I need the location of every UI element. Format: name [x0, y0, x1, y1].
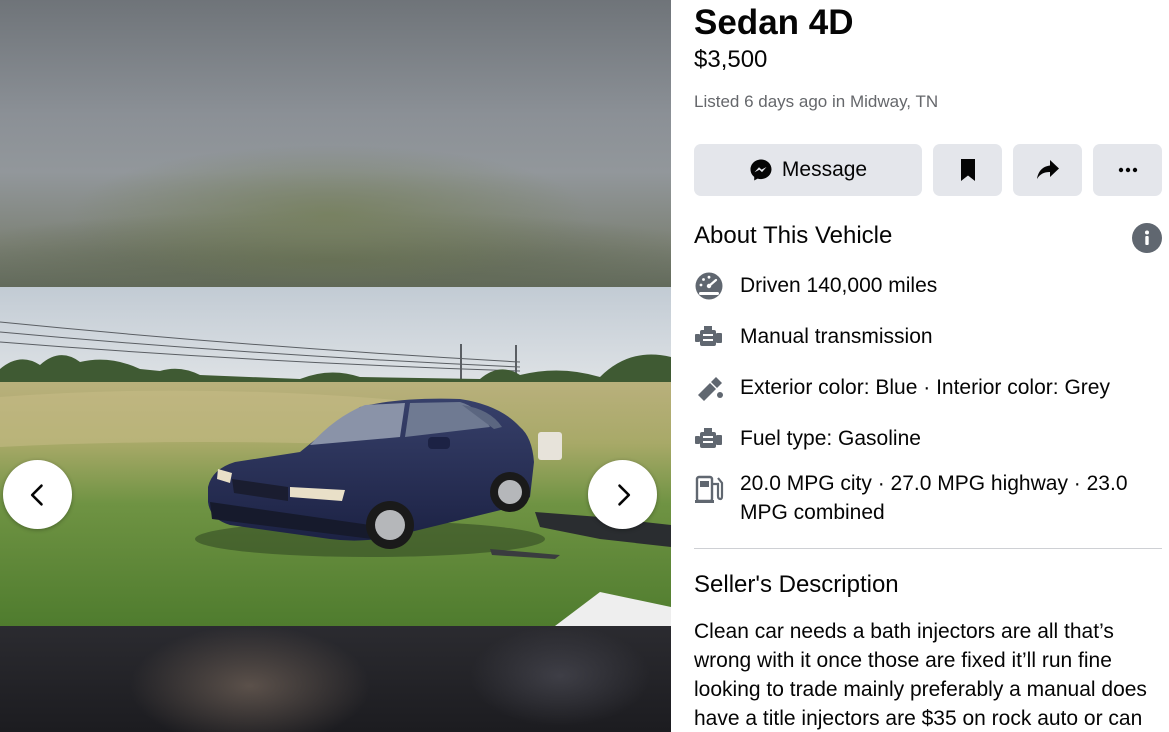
chevron-right-icon — [617, 483, 630, 506]
engine-icon — [695, 326, 722, 346]
car-photo-illustration — [0, 287, 671, 626]
chevron-left-icon — [30, 483, 43, 506]
message-button[interactable]: Message — [694, 144, 922, 196]
save-button[interactable] — [933, 144, 1002, 196]
share-arrow-icon — [1036, 160, 1059, 179]
listing-title: Sedan 4D — [694, 3, 854, 42]
spec-row-fuel-type: Fuel type: Gasoline — [694, 424, 1162, 454]
speedometer-icon — [695, 272, 723, 300]
paint-icon — [698, 377, 723, 401]
spec-row-color: Exterior color: Blue · Interior color: G… — [694, 373, 1162, 403]
listed-time-location: Listed 6 days ago in Midway, TN — [694, 92, 939, 111]
spec-text: 20.0 MPG city · 27.0 MPG highway · 23.0 … — [740, 472, 1128, 524]
about-vehicle-heading: About This Vehicle — [694, 222, 893, 249]
spec-row-mileage: Driven 140,000 miles — [694, 271, 1162, 301]
blurred-previous-photo — [0, 0, 671, 287]
spec-row-transmission: Manual transmission — [694, 322, 1162, 352]
spec-text: Manual transmission — [740, 325, 933, 348]
spec-row-mpg: 20.0 MPG city · 27.0 MPG highway · 23.0 … — [694, 469, 1162, 527]
fuel-pump-icon — [695, 475, 724, 503]
spec-text: Fuel type: Gasoline — [740, 427, 921, 450]
section-divider — [694, 548, 1162, 549]
more-options-button[interactable] — [1093, 144, 1162, 196]
messenger-icon — [750, 159, 772, 181]
seller-description-text: Clean car needs a bath injectors are all… — [694, 620, 1147, 730]
listing-photo — [0, 287, 671, 626]
message-button-label: Message — [781, 158, 868, 181]
blurred-next-photo — [0, 626, 671, 732]
more-dots-icon — [1118, 167, 1137, 173]
listing-price: $3,500 — [694, 46, 768, 73]
next-photo-button[interactable] — [588, 460, 657, 529]
photo-viewer — [0, 0, 671, 732]
info-glyph — [1145, 230, 1149, 245]
spec-text: Driven 140,000 miles — [740, 274, 938, 297]
engine-icon — [695, 428, 722, 448]
sellers-description-heading: Seller's Description — [694, 571, 899, 598]
listing-details-panel: Sedan 4D $3,500 Listed 6 days ago in Mid… — [671, 0, 1169, 732]
info-icon[interactable] — [1132, 223, 1162, 253]
bookmark-icon — [960, 159, 975, 181]
action-buttons: Message — [694, 144, 1162, 196]
spec-text: Exterior color: Blue · Interior color: G… — [740, 376, 1110, 399]
previous-photo-button[interactable] — [3, 460, 72, 529]
share-button[interactable] — [1013, 144, 1082, 196]
